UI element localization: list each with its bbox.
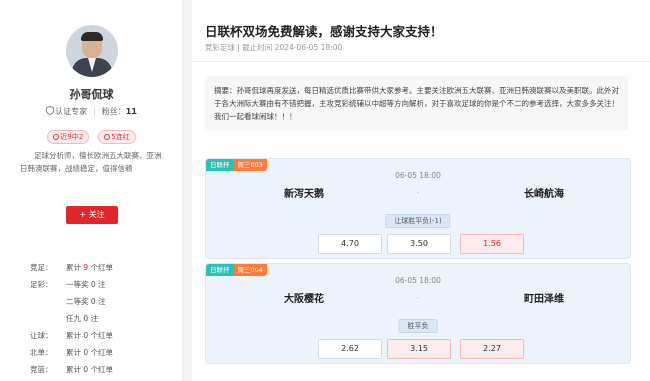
article-abstract: 摘要：孙哥侃球再度发送，每日精选优质比赛带供大家参考。主要关注欧洲五大联赛、亚洲… (205, 76, 628, 130)
follow-button[interactable]: + 关注 (66, 206, 118, 224)
record-badge: 近9中2 (47, 130, 90, 144)
expert-name[interactable]: 孙哥侃球 (0, 86, 183, 102)
stats-list: 竞足： 累计 9 个红单 足彩： 一等奖 0 注 二等奖 0 注 任九 0 注 让球… (30, 259, 113, 378)
article-title: 日联杯双场免费解读，感谢支持大家支持！ (205, 24, 443, 39)
stat-row: 竞篮： 累计 0 个红单 (30, 365, 114, 374)
article-panel: 日联杯双场免费解读，感谢支持大家支持！ 竞彩足球 | 截止时间 2024-06-… (192, 0, 650, 381)
odds-draw[interactable]: 3.15 (387, 339, 451, 359)
odds-home[interactable]: 2.62 (318, 339, 382, 359)
fans-label: 粉丝： (101, 107, 126, 116)
stat-row: 北单： 累计 0 个红单 (30, 348, 114, 357)
expert-profile-panel: 孙哥侃球 认证专家 | 粉丝：11 近9中2 5连红 足球分析师，擅长欧洲五大联赛、… (0, 0, 183, 381)
odds-away[interactable]: 2.27 (460, 339, 524, 359)
match-card[interactable]: 日联杯 周三003 06-05 18:00 新泻天鹅 - 长崎航海 让球胜平负(-… (205, 158, 631, 259)
stat-row: 二等奖 0 注 (66, 297, 106, 306)
expert-meta: 认证专家 | 粉丝：11 (0, 106, 183, 117)
divider (192, 61, 650, 62)
stat-row: 竞足： 累计 9 个红单 (30, 263, 114, 272)
match-card[interactable]: 日联杯 周三004 06-05 18:00 大阪樱花 - 町田泽维 胜平负 2.6… (205, 263, 631, 364)
away-team: 长崎航海 (524, 189, 564, 200)
week-tag: 周三003 (233, 159, 267, 171)
league-tag: 日联杯 (206, 264, 234, 276)
stat-row: 任九 0 注 (66, 314, 99, 323)
medal-icon (104, 134, 111, 140)
shield-icon (46, 106, 55, 115)
vs-separator: - (416, 188, 420, 197)
cert-label: 认证专家 (55, 107, 88, 116)
deadline-label: 截止时间 2024-06-05 18:00 (242, 43, 343, 52)
vs-separator: - (416, 293, 420, 302)
stat-row: 让球： 累计 0 个红单 (30, 331, 114, 340)
article-subtitle: 竞彩足球 | 截止时间 2024-06-05 18:00 (205, 43, 343, 52)
record-badges: 近9中2 5连红 (0, 124, 183, 144)
odds-draw[interactable]: 3.50 (387, 234, 451, 254)
expert-bio: 足球分析师，擅长欧洲五大联赛、亚洲日韩澳联赛，战绩稳定，值得信赖 (20, 151, 162, 173)
match-time: 06-05 18:00 (395, 276, 441, 285)
match-tag: 日联杯 周三004 (206, 264, 267, 276)
market-label: 让球胜平负(-1) (385, 214, 451, 228)
match-time: 06-05 18:00 (395, 171, 441, 180)
target-icon (53, 134, 60, 140)
streak-badge: 5连红 (98, 130, 136, 144)
week-tag: 周三004 (233, 264, 267, 276)
avatar[interactable] (66, 25, 118, 77)
fans-count: 11 (125, 107, 137, 116)
away-team: 町田泽维 (524, 294, 564, 305)
market-label: 胜平负 (398, 319, 438, 333)
odds-away[interactable]: 1.56 (460, 234, 524, 254)
odds-home[interactable]: 4.70 (318, 234, 382, 254)
stat-row: 足彩： 一等奖 0 注 (30, 280, 106, 289)
match-tag: 日联杯 周三003 (206, 159, 267, 171)
category-label[interactable]: 竞彩足球 (205, 43, 235, 52)
league-tag: 日联杯 (206, 159, 234, 171)
